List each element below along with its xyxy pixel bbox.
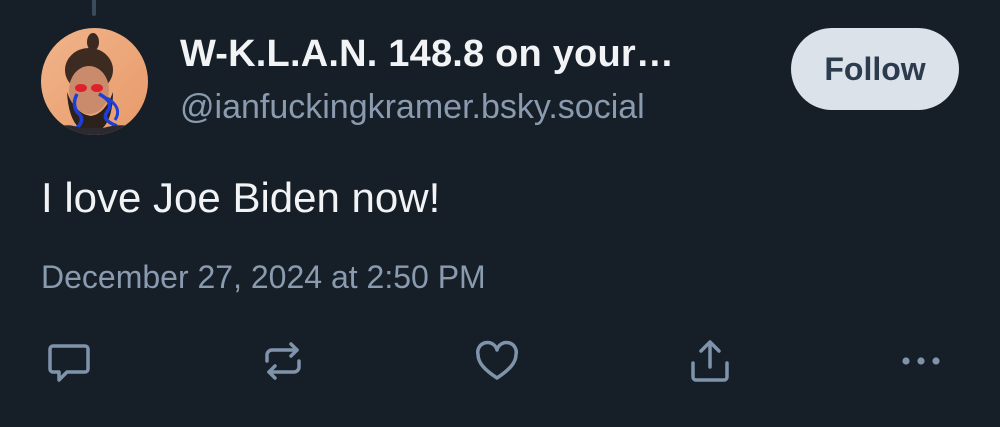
repost-icon [265,342,301,380]
post-timestamp: December 27, 2024 at 2:50 PM [41,259,486,295]
reply-icon [48,344,90,382]
post-text: I love Joe Biden now! [41,174,441,221]
avatar[interactable] [41,28,148,135]
author-handle[interactable]: @ianfuckingkramer.bsky.social [180,88,645,127]
avatar-photo [41,28,148,135]
more-icon [902,357,940,365]
reply-button[interactable] [44,336,94,386]
repost-button[interactable] [258,336,308,386]
follow-button[interactable]: Follow [791,28,959,110]
share-icon [691,340,729,382]
like-button[interactable] [472,336,522,386]
share-button[interactable] [685,336,735,386]
heart-icon [476,340,518,380]
more-button[interactable] [896,336,946,386]
thread-connector-line [92,0,96,16]
author-display-name[interactable]: W-K.L.A.N. 148.8 on your… [180,33,674,76]
